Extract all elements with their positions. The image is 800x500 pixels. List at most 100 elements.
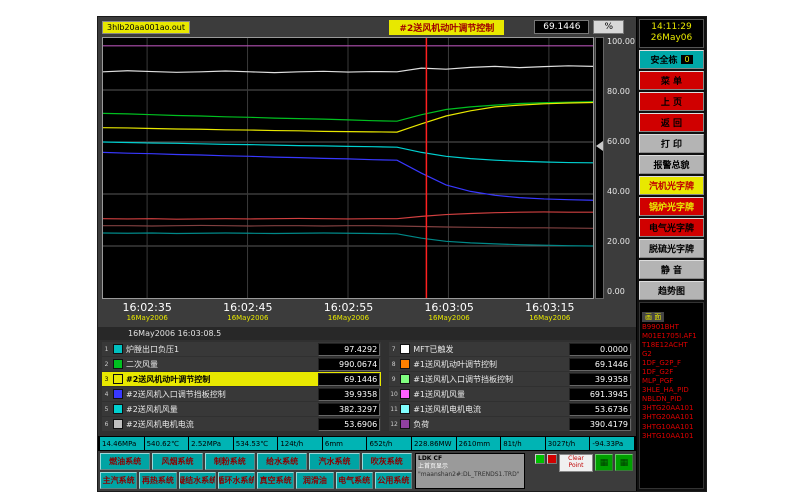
legend-label: #1送风机电机电流: [413, 404, 566, 415]
nav-button[interactable]: 制粉系统: [205, 453, 255, 470]
tag-list-items: B9901BHTM01E1705I.AF1T18E12ACHTG21DF_G2P…: [642, 323, 701, 441]
legend-row-number: 11: [390, 406, 397, 413]
legend-row-number: 10: [390, 391, 397, 398]
legend-color-chip: [113, 344, 123, 354]
trend-tag-item[interactable]: B9901BHT: [642, 323, 701, 332]
trend-tag-item[interactable]: NBLDN_PID: [642, 395, 701, 404]
plot-scrollbar[interactable]: [595, 37, 604, 299]
nav-button[interactable]: 再热系统: [139, 472, 176, 489]
legend-row[interactable]: 9#1送风机入口调节挡板控制39.9358: [389, 372, 632, 386]
device-icon-1[interactable]: ▦: [595, 454, 613, 471]
trend-tag-item[interactable]: T18E12ACHT: [642, 341, 701, 350]
legend-row[interactable]: 5#2送风机风量382.3297: [102, 402, 381, 416]
trend-tag-item[interactable]: 1DF_G2P_F: [642, 359, 701, 368]
nav-button[interactable]: 燃油系统: [100, 453, 150, 470]
device-icon-2[interactable]: ▦: [615, 454, 633, 471]
y-axis-label: 20.00: [607, 237, 630, 246]
legend-row[interactable]: 6#2送风机电机电流53.6906: [102, 417, 381, 431]
nav-button[interactable]: 主汽系统: [100, 472, 137, 489]
legend-row[interactable]: 7MFT已触发0.0000: [389, 342, 632, 356]
trend-tag-item[interactable]: 3HTG20AA101: [642, 404, 701, 413]
bottom-nav-area: 燃油系统风烟系统制粉系统给水系统汽水系统吹灰系统 主汽系统再热系统凝结水系统循环…: [98, 451, 636, 491]
x-axis-time-label: 16:03:05: [424, 301, 473, 314]
legend-value: 97.4292: [318, 343, 380, 356]
sidebar-button[interactable]: 趋势图: [639, 281, 704, 300]
legend-label: #2送风机入口调节挡板控制: [126, 389, 315, 400]
legend-row-number: 6: [103, 421, 110, 428]
legend-row-number: 3: [103, 376, 110, 383]
trend-tag-field[interactable]: 3hlb20aa001ao.out: [102, 21, 190, 34]
legend-label: #1送风机入口调节挡板控制: [413, 374, 566, 385]
sidebar-button[interactable]: 返 回: [639, 113, 704, 132]
sidebar-button[interactable]: 打 印: [639, 134, 704, 153]
x-axis-time-label: 16:02:35: [122, 301, 171, 314]
legend-row[interactable]: 8#1送风机动叶调节控制69.1446: [389, 357, 632, 371]
legend-row-number: 5: [103, 406, 110, 413]
trend-tag-item[interactable]: 3HLE_HA_PID: [642, 386, 701, 395]
nav-row-1: 燃油系统风烟系统制粉系统给水系统汽水系统吹灰系统: [100, 453, 412, 470]
legend-label: #1送风机动叶调节控制: [413, 359, 566, 370]
legend-row-number: 2: [103, 361, 110, 368]
legend-value: 69.1446: [569, 358, 631, 371]
y-axis: 100.0080.0060.0040.0020.000.00: [604, 37, 636, 299]
x-axis-time-label: 16:02:45: [223, 301, 272, 314]
trend-tag-item[interactable]: 3HTG10AA101: [642, 432, 701, 441]
nav-button[interactable]: 给水系统: [257, 453, 307, 470]
info-line-2: 上首页显示: [418, 463, 522, 471]
sidebar-button[interactable]: 汽机光字牌: [639, 176, 704, 195]
trend-tag-item[interactable]: 1DF_G2F: [642, 368, 701, 377]
legend-row[interactable]: 11#1送风机电机电流53.6736: [389, 402, 632, 416]
sidebar-button[interactable]: 锅炉光字牌: [639, 197, 704, 216]
nav-button-grid: 燃油系统风烟系统制粉系统给水系统汽水系统吹灰系统 主汽系统再热系统凝结水系统循环…: [100, 453, 412, 489]
legend-label: #2送风机动叶调节控制: [126, 374, 315, 385]
legend-row[interactable]: 1炉膛出口负压197.4292: [102, 342, 381, 356]
y-axis-label: 80.00: [607, 87, 630, 96]
clear-point-button[interactable]: Clear Point: [559, 454, 593, 472]
sidebar-button[interactable]: 静 音: [639, 260, 704, 279]
sidebar-button[interactable]: 报警总貌: [639, 155, 704, 174]
alarm-ack-button[interactable]: 安全栋 0: [639, 50, 704, 69]
x-axis-tick: 16:02:3516May2006: [122, 301, 171, 322]
trend-tag-item[interactable]: MLP_PGF: [642, 377, 701, 386]
y-axis-label: 40.00: [607, 187, 630, 196]
trend-tag-item[interactable]: G2: [642, 350, 701, 359]
x-axis-date-label: 16May2006: [525, 314, 574, 322]
tag-list-header: 画 面: [642, 312, 664, 322]
legend-label: #1送风机风量: [413, 389, 566, 400]
y-axis-label: 60.00: [607, 137, 630, 146]
legend-row[interactable]: 4#2送风机入口调节挡板控制39.9358: [102, 387, 381, 401]
nav-button[interactable]: 风烟系统: [152, 453, 202, 470]
trend-tag-list: 画 面 B9901BHTM01E1705I.AF1T18E12ACHTG21DF…: [639, 302, 704, 490]
nav-button[interactable]: 汽水系统: [309, 453, 359, 470]
sidebar-button[interactable]: 菜 单: [639, 71, 704, 90]
status-value: 2610mm: [457, 437, 501, 450]
sidebar-button[interactable]: 上 页: [639, 92, 704, 111]
nav-button[interactable]: 循环水系统: [218, 472, 255, 489]
trend-plot[interactable]: [102, 37, 594, 299]
legend-row[interactable]: 3#2送风机动叶调节控制69.1446: [102, 372, 381, 386]
trend-tag-item[interactable]: 3HTG10AA101: [642, 423, 701, 432]
nav-button[interactable]: 真空系统: [257, 472, 294, 489]
legend-color-chip: [400, 374, 410, 384]
legend-row[interactable]: 2二次风量990.0674: [102, 357, 381, 371]
status-value: 2.52MPa: [189, 437, 233, 450]
nav-button[interactable]: 电气系统: [336, 472, 373, 489]
legend-row[interactable]: 12负荷390.4179: [389, 417, 632, 431]
trend-tag-item[interactable]: M01E1705I.AF1: [642, 332, 701, 341]
scroll-marker-icon[interactable]: [596, 141, 603, 151]
legend-row[interactable]: 10#1送风机风量691.3945: [389, 387, 632, 401]
trend-title: #2送风机动叶调节控制: [389, 20, 504, 35]
sidebar-button[interactable]: 电气光字牌: [639, 218, 704, 237]
nav-button[interactable]: 凝结水系统: [179, 472, 216, 489]
legend-color-chip: [113, 404, 123, 414]
x-axis-time-label: 16:02:55: [324, 301, 373, 314]
nav-button[interactable]: 公用系统: [375, 472, 412, 489]
x-axis-date-label: 16May2006: [122, 314, 171, 322]
sidebar-button[interactable]: 脱硫光字牌: [639, 239, 704, 258]
nav-button[interactable]: 吹灰系统: [362, 453, 412, 470]
status-value: 540.62℃: [145, 437, 189, 450]
plot-row: 100.0080.0060.0040.0020.000.00: [98, 37, 636, 299]
nav-button[interactable]: 润滑油: [296, 472, 333, 489]
dcs-trend-window: 3hlb20aa001ao.out #2送风机动叶调节控制 69.1446 % …: [97, 16, 707, 492]
trend-tag-item[interactable]: 3HTG20AA101: [642, 413, 701, 422]
